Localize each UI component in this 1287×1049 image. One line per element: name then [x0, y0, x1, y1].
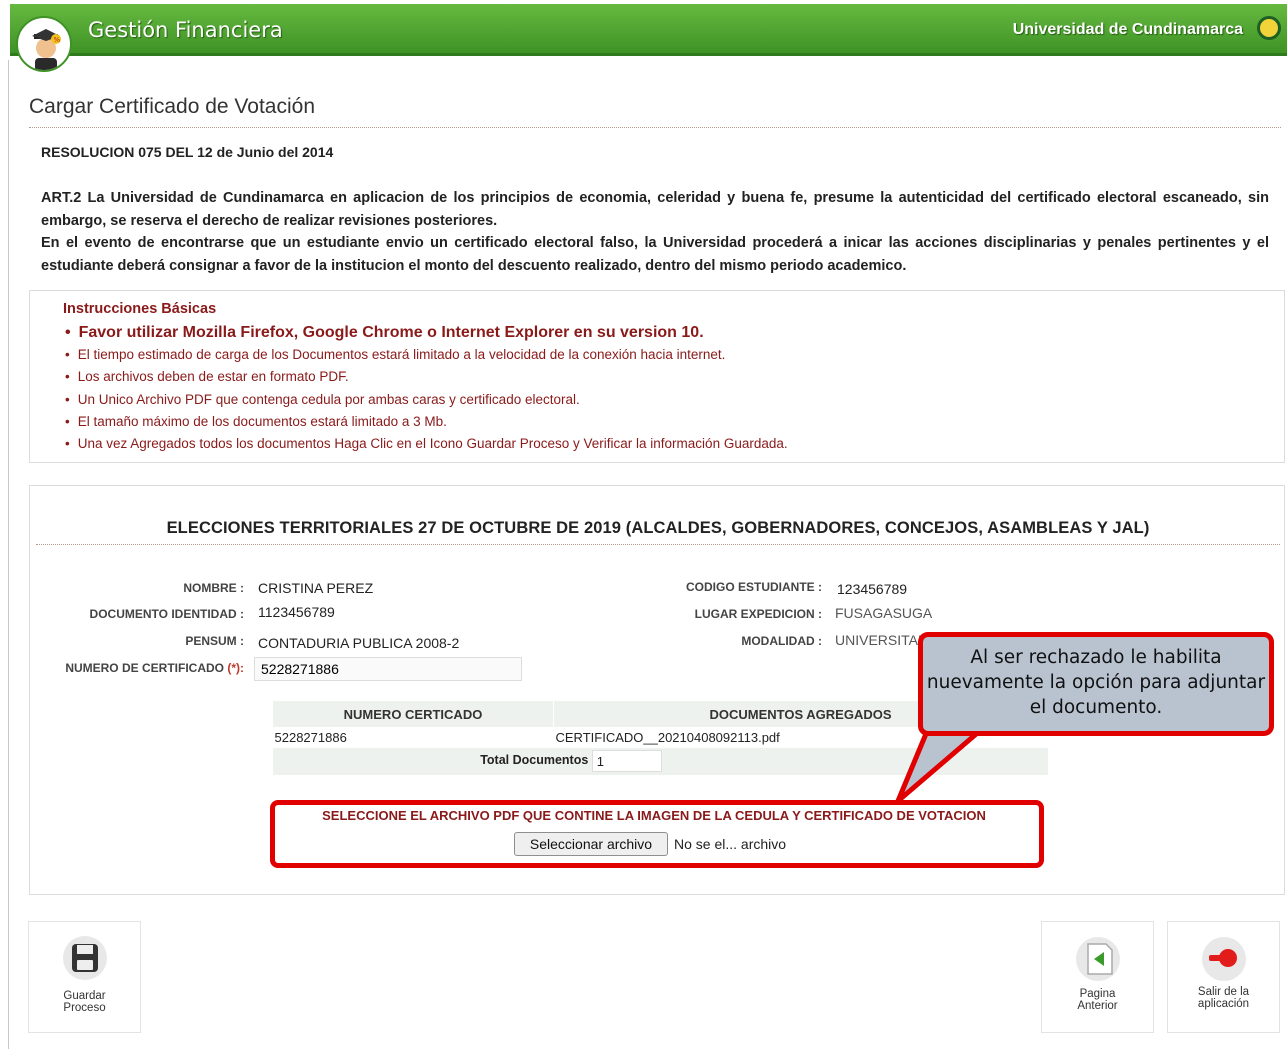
- documento-label: DOCUMENTO IDENTIDAD :: [89, 607, 244, 621]
- documento-value: 1123456789: [258, 604, 335, 620]
- article-text: ART.2 La Universidad de Cundinamarca en …: [41, 187, 1269, 277]
- pensum-value: CONTADURIA PUBLICA 2008-2: [258, 635, 460, 651]
- callout-pointer: [895, 725, 986, 804]
- app-header: % Gestión Financiera Universidad de Cund…: [10, 4, 1287, 72]
- nombre-label: NOMBRE :: [183, 581, 244, 595]
- exit-icon: [1201, 937, 1246, 981]
- page-left-border: [8, 60, 9, 1049]
- lugar-value: FUSAGASUGA: [835, 605, 933, 621]
- codigo-label: CODIGO ESTUDIANTE :: [685, 580, 822, 594]
- nombre-value: CRISTINA PEREZ: [258, 580, 374, 596]
- instructions-list: Favor utilizar Mozilla Firefox, Google C…: [65, 322, 788, 455]
- article-paragraph-1: ART.2 La Universidad de Cundinamarca en …: [41, 190, 1269, 229]
- save-label-1: Guardar: [63, 990, 106, 1002]
- instruction-item: Un Unico Archivo PDF que contenga cedula…: [65, 389, 788, 411]
- election-divider: [36, 544, 1280, 545]
- page-title: Cargar Certificado de Votación: [29, 95, 315, 118]
- certificado-label: NUMERO DE CERTIFICADO (*):: [65, 661, 244, 675]
- instruction-item: Los archivos deben de estar en formato P…: [65, 366, 788, 388]
- instruction-item: El tiempo estimado de carga de los Docum…: [65, 344, 788, 366]
- certificado-label-text: NUMERO DE CERTIFICADO: [65, 661, 224, 675]
- table-header-numero: NUMERO CERTICADO: [272, 700, 554, 728]
- university-seal-icon: [1257, 16, 1281, 40]
- save-process-button[interactable]: Guardar Proceso: [28, 921, 141, 1033]
- codigo-value: 123456789: [837, 581, 908, 597]
- floppy-disk-icon: [62, 936, 107, 980]
- previous-label-1: Pagina: [1079, 988, 1116, 1000]
- instruction-item: El tamaño máximo de los documentos estar…: [65, 411, 788, 433]
- svg-text:%: %: [54, 36, 61, 44]
- instructions-panel: Instrucciones Básicas Favor utilizar Moz…: [29, 290, 1285, 463]
- total-value: 1: [591, 750, 662, 772]
- previous-page-button[interactable]: Pagina Anterior: [1041, 921, 1154, 1033]
- total-label: Total Documentos: [480, 753, 589, 768]
- exit-label-1: Salir de la: [1197, 986, 1250, 998]
- modalidad-label: MODALIDAD :: [741, 634, 822, 648]
- previous-page-icon: [1075, 937, 1120, 981]
- annotation-callout: Al ser rechazado le habilita nuevamente …: [918, 632, 1274, 736]
- resolution-heading: RESOLUCION 075 DEL 12 de Junio del 2014: [41, 144, 334, 160]
- save-label-2: Proceso: [63, 1002, 106, 1014]
- pensum-label: PENSUM :: [185, 634, 244, 648]
- exit-label-2: aplicación: [1197, 998, 1250, 1010]
- required-marker: (*):: [227, 661, 244, 675]
- instruction-item: Una vez Agregados todos los documentos H…: [65, 433, 788, 455]
- table-cell-numero: 5228271886: [274, 730, 347, 746]
- app-title: Gestión Financiera: [88, 18, 283, 42]
- instruction-item: Favor utilizar Mozilla Firefox, Google C…: [65, 322, 788, 344]
- university-name: Universidad de Cundinamarca: [1012, 21, 1243, 38]
- lugar-label: LUGAR EXPEDICION :: [694, 607, 822, 621]
- upload-highlight-box: [270, 800, 1044, 868]
- election-title: ELECCIONES TERRITORIALES 27 DE OCTUBRE D…: [166, 519, 1150, 537]
- graduate-logo-icon: %: [16, 16, 72, 72]
- certificado-input[interactable]: [254, 657, 522, 681]
- exit-application-button[interactable]: Salir de la aplicación: [1167, 921, 1280, 1033]
- instructions-title: Instrucciones Básicas: [63, 301, 217, 317]
- title-divider: [29, 127, 1281, 128]
- previous-label-2: Anterior: [1077, 1000, 1118, 1012]
- modalidad-value: UNIVERSITAR: [835, 632, 929, 648]
- article-paragraph-2: En el evento de encontrarse que un estud…: [41, 235, 1269, 274]
